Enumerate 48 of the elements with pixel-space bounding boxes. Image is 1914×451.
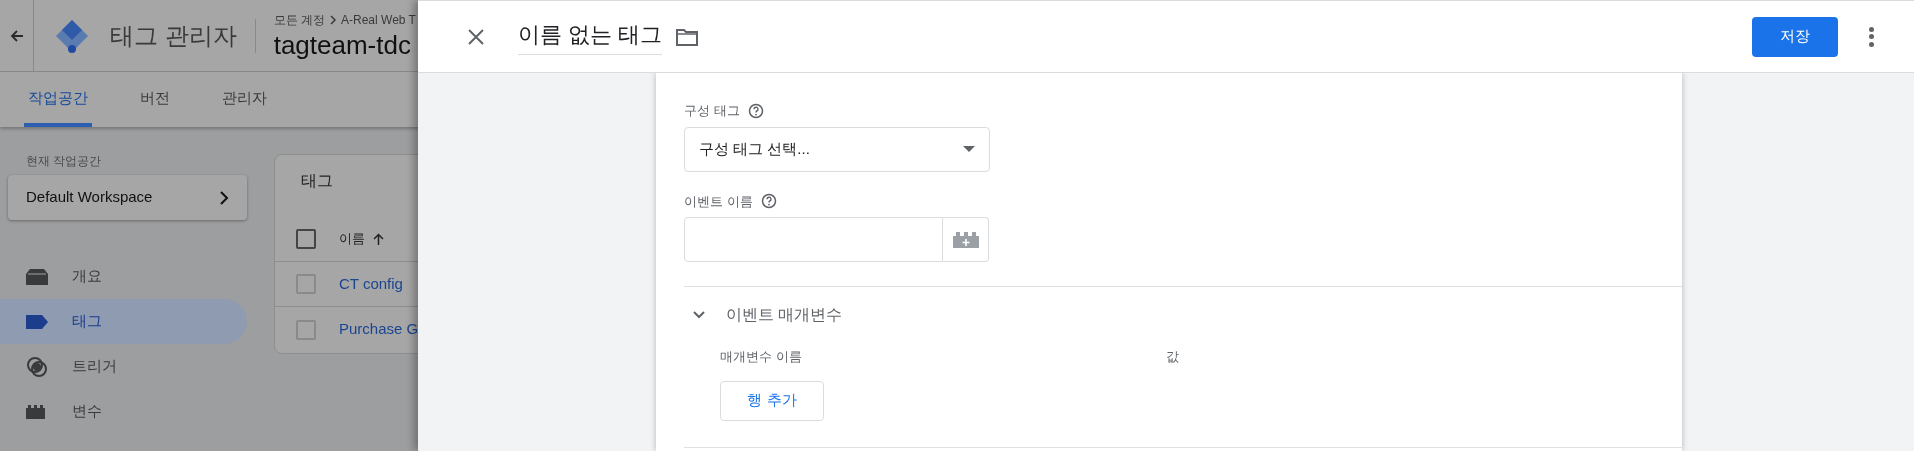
breadcrumb-link[interactable]: 모든 계정	[273, 10, 325, 29]
brick-icon	[26, 404, 48, 419]
column-header: 값	[1166, 348, 1179, 366]
sort-arrow-icon[interactable]	[373, 233, 384, 245]
chevron-down-icon[interactable]	[692, 310, 706, 320]
tray-icon	[26, 268, 48, 285]
checkbox[interactable]	[296, 319, 316, 340]
trigger-icon	[26, 355, 48, 378]
breadcrumb-link[interactable]: A-Real Web T	[341, 10, 416, 29]
field-label: 구성 태그	[684, 102, 740, 120]
checkbox[interactable]	[296, 229, 316, 249]
sidebar-item[interactable]: 개요	[0, 254, 247, 299]
checkbox[interactable]	[296, 274, 316, 294]
tag-name-field[interactable]: 이름 없는 태그	[518, 18, 663, 55]
column-header: 매개변수 이름	[720, 348, 803, 366]
sidebar-item[interactable]: 변수	[0, 389, 247, 434]
folder-icon[interactable]	[676, 27, 699, 46]
container-name: tagteam-tdc	[273, 28, 412, 61]
input-field[interactable]	[684, 217, 943, 262]
nav-tab[interactable]: 버전	[136, 86, 174, 127]
workspace-selector[interactable]: Default Workspace	[8, 175, 247, 220]
more-options-icon[interactable]	[1868, 26, 1874, 47]
close-icon[interactable]	[468, 28, 484, 45]
back-arrow-icon[interactable]	[9, 28, 24, 43]
brick-plus-icon	[952, 231, 979, 248]
section-title[interactable]: 이벤트 매개변수	[726, 303, 843, 327]
chevron-right-icon	[219, 190, 229, 205]
sidebar-item[interactable]: 트리거	[0, 344, 247, 389]
help-icon[interactable]	[760, 193, 777, 210]
nav-tab[interactable]: 작업공간	[24, 86, 92, 127]
card-title: 태그	[301, 171, 334, 191]
workspace-label: 현재 작업공간	[26, 153, 103, 170]
insert-variable-button[interactable]	[943, 217, 989, 262]
app-title: 태그 관리자	[110, 20, 237, 51]
tag-icon	[26, 314, 48, 329]
sidebar-item[interactable]: 태그	[0, 299, 247, 344]
diamond-logo-icon	[54, 17, 90, 54]
help-icon[interactable]	[747, 102, 764, 119]
nav-tab[interactable]: 관리자	[218, 86, 271, 127]
chevron-right-icon	[329, 14, 337, 25]
field-label: 이벤트 이름	[684, 192, 753, 211]
column-header[interactable]: 이름	[339, 229, 365, 249]
caret-down-icon	[963, 146, 975, 152]
tag-link[interactable]: Purchase G	[339, 318, 418, 341]
dropdown-field[interactable]: 구성 태그 선택...	[684, 126, 990, 172]
tag-link[interactable]: CT config	[339, 272, 403, 296]
save-button[interactable]: 저장	[1752, 16, 1838, 57]
add-row-button[interactable]: 행 추가	[720, 380, 824, 421]
